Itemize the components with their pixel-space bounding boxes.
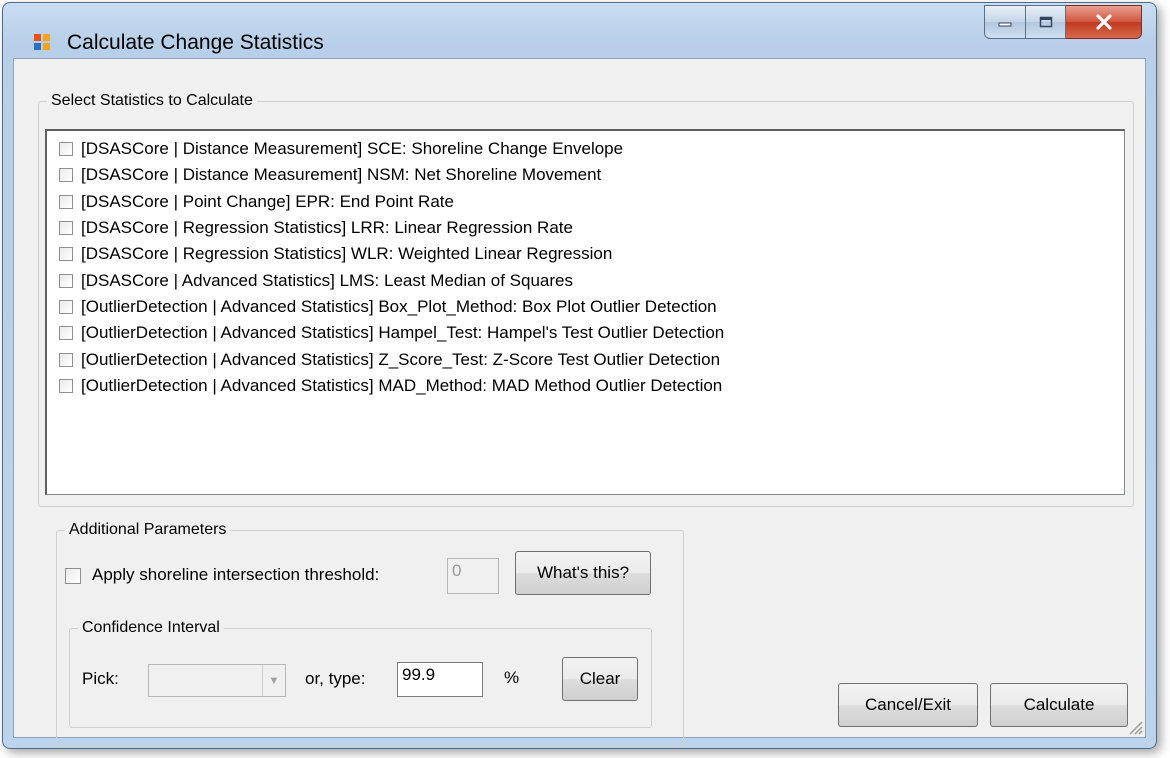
- list-item-label: [DSASCore | Advanced Statistics] LMS: Le…: [81, 270, 573, 290]
- list-item-label: [OutlierDetection | Advanced Statistics]…: [81, 323, 725, 343]
- additional-parameters-group-label: Additional Parameters: [65, 520, 231, 540]
- checkbox[interactable]: [59, 168, 73, 183]
- minimize-button[interactable]: [984, 5, 1026, 39]
- title-bar[interactable]: Calculate Change Statistics: [3, 3, 1156, 55]
- checkbox[interactable]: [59, 326, 73, 341]
- confidence-interval-group-label: Confidence Interval: [78, 618, 224, 638]
- confidence-type-input[interactable]: 99.9: [397, 662, 483, 697]
- close-button[interactable]: [1066, 5, 1142, 39]
- threshold-label: Apply shoreline intersection threshold:: [92, 565, 380, 584]
- threshold-checkbox[interactable]: [65, 568, 81, 584]
- minimize-icon: [998, 22, 1012, 27]
- calculate-button[interactable]: Calculate: [990, 683, 1128, 727]
- list-item-label: [DSASCore | Point Change] EPR: End Point…: [81, 191, 454, 211]
- select-statistics-group-label: Select Statistics to Calculate: [47, 91, 257, 111]
- clear-button[interactable]: Clear: [562, 657, 638, 701]
- checkbox[interactable]: [59, 247, 73, 262]
- percent-label: %: [504, 668, 520, 687]
- checkbox[interactable]: [59, 299, 73, 314]
- checkbox[interactable]: [59, 352, 73, 367]
- caption-buttons: [984, 5, 1142, 41]
- select-statistics-group: Select Statistics to Calculate [DSASCore…: [38, 91, 1134, 507]
- chevron-down-icon[interactable]: ▼: [262, 665, 285, 696]
- checkbox[interactable]: [59, 378, 73, 393]
- list-item[interactable]: [DSASCore | Advanced Statistics] LMS: Le…: [47, 267, 1124, 293]
- list-item[interactable]: [DSASCore | Regression Statistics] WLR: …: [47, 241, 1124, 267]
- statistics-checklist[interactable]: [DSASCore | Distance Measurement] SCE: S…: [45, 129, 1125, 495]
- list-item-label: [DSASCore | Regression Statistics] WLR: …: [81, 244, 613, 264]
- list-item[interactable]: [DSASCore | Point Change] EPR: End Point…: [47, 189, 1124, 215]
- dialog-window: Calculate Change Statistics Select Stati…: [2, 2, 1157, 749]
- cancel-exit-button[interactable]: Cancel/Exit: [838, 683, 978, 727]
- list-item[interactable]: [DSASCore | Distance Measurement] NSM: N…: [47, 162, 1124, 188]
- list-item[interactable]: [OutlierDetection | Advanced Statistics]…: [47, 294, 1124, 320]
- additional-parameters-group: Additional Parameters Apply shoreline in…: [56, 520, 684, 748]
- whats-this-button[interactable]: What's this?: [515, 551, 651, 595]
- checkbox[interactable]: [59, 194, 73, 209]
- pick-label: Pick:: [82, 669, 119, 688]
- list-item[interactable]: [OutlierDetection | Advanced Statistics]…: [47, 320, 1124, 346]
- app-icon: [34, 34, 50, 50]
- list-item[interactable]: [OutlierDetection | Advanced Statistics]…: [47, 346, 1124, 372]
- list-item-label: [OutlierDetection | Advanced Statistics]…: [81, 349, 721, 369]
- list-item[interactable]: [DSASCore | Distance Measurement] SCE: S…: [47, 136, 1124, 162]
- maximize-button[interactable]: [1026, 5, 1066, 39]
- list-item-label: [OutlierDetection | Advanced Statistics]…: [81, 296, 717, 316]
- threshold-input[interactable]: 0: [447, 558, 499, 594]
- checkbox[interactable]: [59, 273, 73, 288]
- close-icon: [1095, 14, 1112, 30]
- list-item[interactable]: [DSASCore | Regression Statistics] LRR: …: [47, 215, 1124, 241]
- list-item[interactable]: [OutlierDetection | Advanced Statistics]…: [47, 373, 1124, 399]
- list-item-label: [DSASCore | Regression Statistics] LRR: …: [81, 218, 573, 238]
- window-title: Calculate Change Statistics: [67, 31, 324, 54]
- list-item-label: [OutlierDetection | Advanced Statistics]…: [81, 375, 723, 395]
- or-type-label: or, type:: [305, 669, 366, 688]
- resize-grip-icon[interactable]: [1127, 719, 1143, 735]
- checkbox[interactable]: [59, 142, 73, 157]
- checkbox[interactable]: [59, 221, 73, 236]
- dialog-client-area: Select Statistics to Calculate [DSASCore…: [13, 58, 1146, 748]
- confidence-interval-group: Confidence Interval Pick: ▼ or, type: 99…: [69, 618, 652, 728]
- list-item-label: [DSASCore | Distance Measurement] NSM: N…: [81, 165, 602, 185]
- confidence-pick-dropdown[interactable]: ▼: [148, 664, 286, 697]
- maximize-icon: [1039, 16, 1052, 28]
- list-item-label: [DSASCore | Distance Measurement] SCE: S…: [81, 139, 624, 159]
